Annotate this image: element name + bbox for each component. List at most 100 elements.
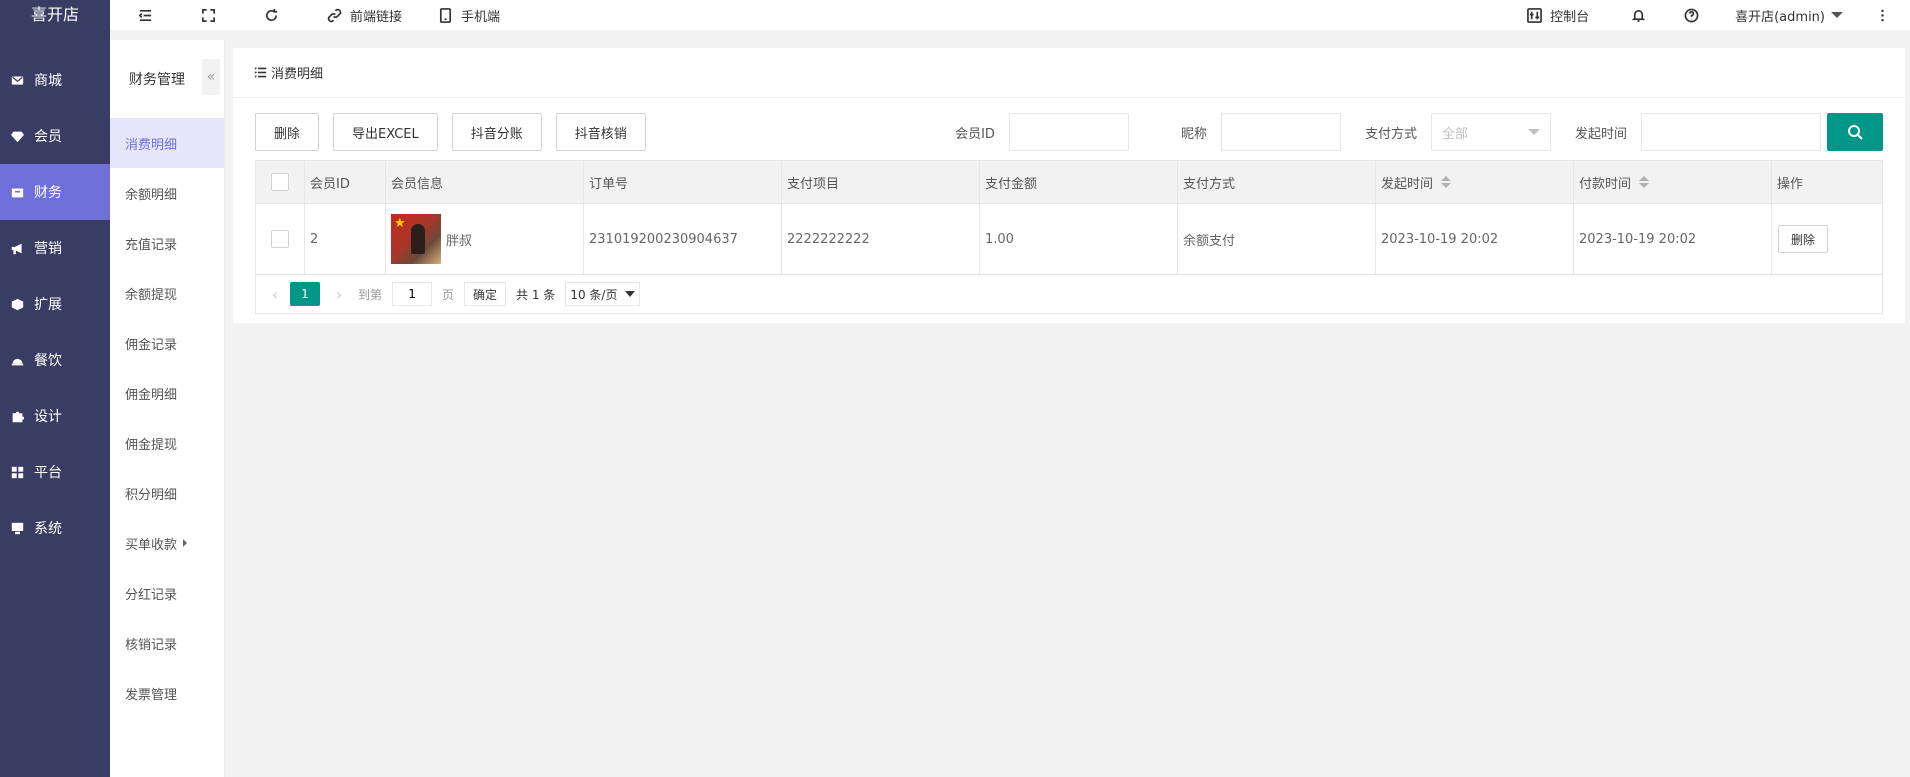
column-header: 支付项目 [782,161,980,203]
refresh-icon [265,8,278,21]
sidebar-item-extension[interactable]: 扩展 [0,276,110,332]
member-id-input[interactable] [1008,113,1129,151]
douyin-verify-button[interactable]: 抖音核销 [555,113,646,151]
search-button[interactable] [1827,113,1883,151]
app-logo[interactable]: 喜开店 [0,0,110,30]
sidebar-item-mall[interactable]: 商城 [0,52,110,108]
notification-button[interactable] [1607,0,1664,30]
main-nav: 商城 会员 财务 营销 扩展 餐饮 设计 平台 系统 [0,52,110,556]
subnav-item-balance-withdraw[interactable]: 余额提现 [110,268,224,318]
nickname-label: 昵称 [1180,126,1207,142]
current-page[interactable]: 1 [290,282,320,306]
member-id-label: 会员ID [955,126,995,142]
delete-button[interactable]: 删除 [255,113,320,151]
help-button[interactable] [1664,0,1717,30]
sidebar-item-label: 扩展 [34,297,62,313]
sidebar-item-finance[interactable]: 财务 [0,164,110,220]
collapse-button[interactable]: « [202,59,220,95]
action-cell: 删除 [1772,204,1882,274]
menu-toggle-button[interactable] [110,0,171,30]
subnav-item-checkout[interactable]: 买单收款 [110,518,224,568]
sidebar-item-member[interactable]: 会员 [0,108,110,164]
next-page-icon[interactable]: › [330,285,348,304]
nickname-input[interactable] [1220,113,1341,151]
monitor-icon [10,521,24,535]
megaphone-icon [10,241,24,255]
caret-right-icon [183,539,188,547]
member-info-cell: ★ 胖叔 [386,204,584,274]
subnav-item-dividend[interactable]: 分红记录 [110,568,224,618]
chevron-down-icon [625,291,636,297]
toolbar: 删除 导出EXCEL 抖音分账 抖音核销 [255,113,660,151]
row-checkbox[interactable] [271,230,289,248]
sidebar-item-label: 设计 [34,409,62,425]
sidebar-item-label: 系统 [34,521,62,537]
refresh-button[interactable] [234,0,297,30]
top-header: 前端链接 手机端 控制台 喜开店(admin) [110,0,1910,30]
gem-icon [10,129,24,143]
start-time-label: 发起时间 [1574,126,1627,142]
menu-fold-icon [138,9,152,21]
row-select-cell [256,204,305,274]
row-delete-button[interactable]: 删除 [1778,225,1829,253]
console-label: 控制台 [1550,9,1590,25]
paid-time-cell: 2023-10-19 20:02 [1574,204,1772,274]
subnav-item-verification[interactable]: 核销记录 [110,618,224,668]
console-button[interactable]: 控制台 [1509,0,1607,30]
column-header: 会员ID [305,161,386,203]
column-header-text: 付款时间 [1579,176,1632,192]
subnav-item-recharge[interactable]: 充值记录 [110,218,224,268]
column-header: 支付方式 [1178,161,1376,203]
sub-sidebar: 财务管理 « 消费明细 余额明细 充值记录 余额提现 佣金记录 佣金明细 佣金提… [110,40,225,777]
page-size-value: 10 条/页 [570,287,618,302]
amount-cell: 1.00 [980,204,1178,274]
sort-icon[interactable] [1441,176,1452,188]
prev-page-icon[interactable]: ‹ [266,285,284,304]
column-header: 会员信息 [386,161,584,203]
subnav-item-balance[interactable]: 余额明细 [110,168,224,218]
subnav-item-invoice[interactable]: 发票管理 [110,668,224,718]
subnav-item-label: 买单收款 [125,537,178,553]
select-all-checkbox[interactable] [271,173,289,191]
goto-page-input[interactable] [392,282,433,306]
fullscreen-button[interactable] [171,0,234,30]
subnav-item-consumption[interactable]: 消费明细 [110,118,224,168]
created-time-cell: 2023-10-19 20:02 [1376,204,1574,274]
help-icon [1684,8,1699,22]
subnav-item-commission-detail[interactable]: 佣金明细 [110,368,224,418]
puzzle-icon [10,409,24,423]
sidebar-item-catering[interactable]: 餐饮 [0,332,110,388]
subnav-item-commission-records[interactable]: 佣金记录 [110,318,224,368]
pay-method-select[interactable]: 全部 [1430,113,1551,151]
cube-icon [10,297,24,311]
panel-title: 消费明细 [233,48,1905,98]
sidebar-item-marketing[interactable]: 营销 [0,220,110,276]
sortable-column-header[interactable]: 付款时间 [1574,161,1772,203]
sidebar-item-label: 财务 [34,185,62,201]
subnav-item-points[interactable]: 积分明细 [110,468,224,518]
chevron-down-icon [1831,12,1843,18]
subnav-item-commission-withdraw[interactable]: 佣金提现 [110,418,224,468]
subnav-item-label: 充值记录 [125,237,178,253]
user-menu[interactable]: 喜开店(admin) [1717,0,1861,30]
front-link-button[interactable]: 前端链接 [297,0,420,30]
export-excel-button[interactable]: 导出EXCEL [333,113,438,151]
page-size-select[interactable]: 10 条/页 [565,282,641,306]
table-row: 2 ★ 胖叔 231019200230904637 2222222222 1.0… [256,204,1882,275]
subnav-item-label: 发票管理 [125,687,178,703]
goto-confirm-button[interactable]: 确定 [464,282,507,306]
goto-label: 到第 [358,287,383,302]
sidebar-item-platform[interactable]: 平台 [0,444,110,500]
sortable-column-header[interactable]: 发起时间 [1376,161,1574,203]
douyin-split-button[interactable]: 抖音分账 [451,113,542,151]
sidebar-item-design[interactable]: 设计 [0,388,110,444]
more-button[interactable] [1861,0,1910,30]
sidebar-item-label: 平台 [34,465,62,481]
order-no-cell: 231019200230904637 [584,204,782,274]
sliders-icon [1527,7,1542,23]
sort-icon[interactable] [1639,176,1650,188]
start-time-input[interactable] [1641,113,1821,151]
mobile-button[interactable]: 手机端 [420,0,518,30]
content-panel: 消费明细 删除 导出EXCEL 抖音分账 抖音核销 会员ID 昵称 支付方式 全… [233,48,1905,323]
sidebar-item-system[interactable]: 系统 [0,500,110,556]
